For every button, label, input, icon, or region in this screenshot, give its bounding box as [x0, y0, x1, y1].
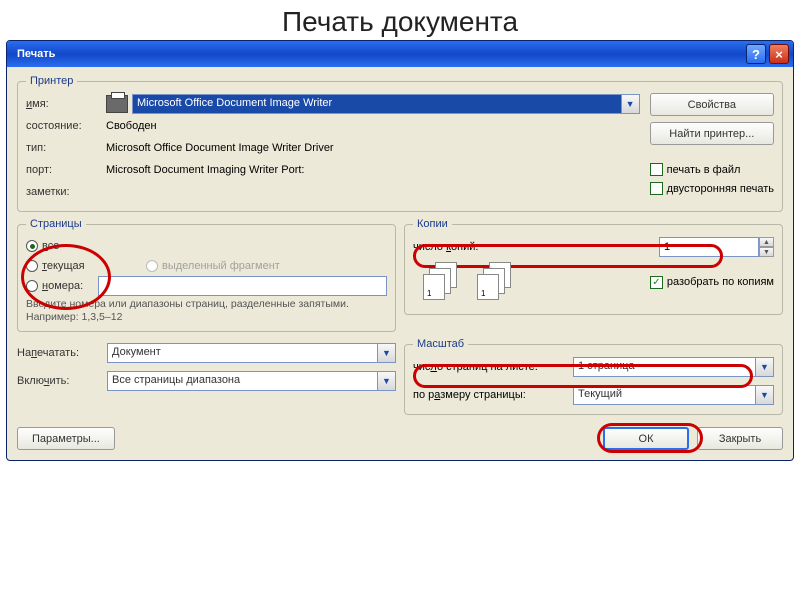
spin-up-icon[interactable]: ▲: [759, 237, 774, 247]
print-dialog: Печать ? × Принтер имя: Microsoft Office…: [6, 40, 794, 461]
chevron-down-icon[interactable]: ▼: [378, 371, 396, 391]
fit-label: по размеру страницы:: [413, 389, 573, 401]
fit-select[interactable]: Текущий ▼: [573, 385, 774, 405]
pages-group: Страницы все текущая выделенный фрагмент…: [17, 218, 396, 332]
radio-icon: [26, 260, 38, 272]
checkbox-icon: ✓: [650, 276, 663, 289]
printer-name-label: имя:: [26, 98, 106, 110]
chevron-down-icon[interactable]: ▼: [756, 357, 774, 377]
duplex-checkbox[interactable]: двусторонняя печать: [650, 182, 774, 195]
properties-button[interactable]: Свойства: [650, 93, 774, 116]
close-button[interactable]: Закрыть: [697, 427, 783, 450]
spin-down-icon[interactable]: ▼: [759, 247, 774, 257]
radio-all[interactable]: все: [26, 236, 387, 256]
checkbox-icon: [650, 163, 663, 176]
printer-notes-label: заметки:: [26, 186, 106, 198]
pages-legend: Страницы: [26, 218, 86, 230]
checkbox-icon: [650, 182, 663, 195]
printer-name-select[interactable]: Microsoft Office Document Image Writer: [132, 94, 622, 114]
include-label: Включить:: [17, 375, 107, 387]
print-what-label: Напечатать:: [17, 347, 107, 359]
chevron-down-icon[interactable]: ▼: [378, 343, 396, 363]
ok-button[interactable]: ОК: [603, 427, 689, 450]
printer-state-value: Свободен: [106, 120, 157, 132]
printer-type-value: Microsoft Office Document Image Writer D…: [106, 142, 334, 154]
printer-port-value: Microsoft Document Imaging Writer Port:: [106, 164, 304, 176]
pages-hint: Введите номера или диапазоны страниц, ра…: [26, 298, 387, 323]
copies-group: Копии число копий: ▲ ▼: [404, 218, 783, 315]
per-sheet-select[interactable]: 1 страница ▼: [573, 357, 774, 377]
printer-type-label: тип:: [26, 142, 106, 154]
printer-legend: Принтер: [26, 75, 77, 87]
printer-state-label: состояние:: [26, 120, 106, 132]
radio-icon: [26, 240, 38, 252]
options-button[interactable]: Параметры...: [17, 427, 115, 450]
radio-icon: [146, 260, 158, 272]
titlebar: Печать ? ×: [7, 41, 793, 67]
printer-group: Принтер имя: Microsoft Office Document I…: [17, 75, 783, 212]
scale-group: Масштаб число страниц на листе: 1 страни…: [404, 338, 783, 415]
help-button[interactable]: ?: [746, 44, 766, 64]
radio-current[interactable]: текущая: [26, 256, 146, 276]
copies-legend: Копии: [413, 218, 452, 230]
find-printer-button[interactable]: Найти принтер...: [650, 122, 774, 145]
include-select[interactable]: Все страницы диапазона ▼: [107, 371, 396, 391]
close-icon[interactable]: ×: [769, 44, 789, 64]
printer-icon: [106, 95, 128, 113]
chevron-down-icon[interactable]: ▼: [622, 94, 640, 114]
chevron-down-icon[interactable]: ▼: [756, 385, 774, 405]
copies-count-input[interactable]: [659, 237, 759, 257]
dialog-title: Печать: [17, 48, 55, 60]
slide-title: Печать документа: [0, 0, 800, 40]
scale-legend: Масштаб: [413, 338, 468, 350]
radio-icon: [26, 280, 38, 292]
collate-checkbox[interactable]: ✓ разобрать по копиям: [650, 276, 774, 289]
print-what-select[interactable]: Документ ▼: [107, 343, 396, 363]
page-numbers-input[interactable]: [98, 276, 387, 296]
copies-count-label: число копий:: [413, 241, 659, 253]
per-sheet-label: число страниц на листе:: [413, 361, 573, 373]
radio-numbers[interactable]: номера:: [26, 276, 387, 296]
printer-port-label: порт:: [26, 164, 106, 176]
collate-illustration: 321 321: [423, 262, 513, 302]
print-to-file-checkbox[interactable]: печать в файл: [650, 163, 774, 176]
radio-selection: выделенный фрагмент: [146, 256, 280, 276]
